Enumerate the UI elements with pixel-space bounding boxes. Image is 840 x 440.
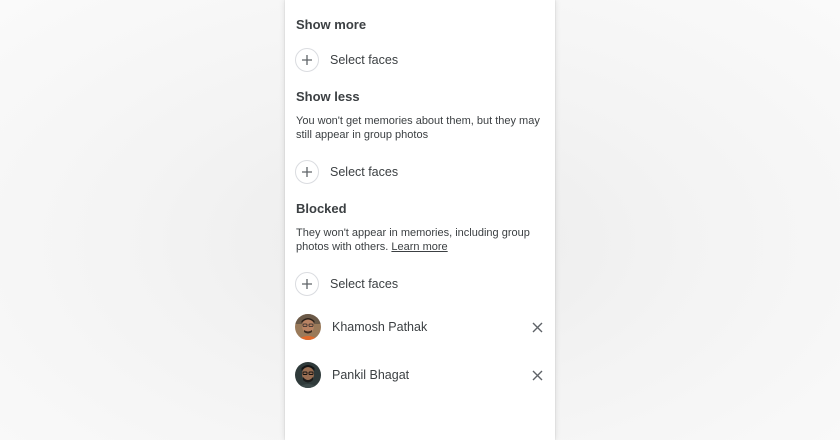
person-photo-icon <box>295 314 321 340</box>
select-faces-label: Select faces <box>330 165 399 179</box>
blocked-person-row[interactable]: Pankil Bhagat <box>295 361 545 389</box>
blocked-heading: Blocked <box>296 201 347 216</box>
person-name: Khamosh Pathak <box>332 320 428 334</box>
remove-person-button[interactable] <box>529 367 545 383</box>
person-name: Pankil Bhagat <box>332 368 410 382</box>
show-more-heading: Show more <box>296 17 367 32</box>
show-more-select-faces-button[interactable]: Select faces <box>295 46 545 74</box>
memories-face-settings-panel: Show more Select faces Show less You won… <box>285 0 555 440</box>
learn-more-link[interactable]: Learn more <box>391 241 447 253</box>
close-icon <box>532 370 542 380</box>
select-faces-label: Select faces <box>330 53 399 67</box>
blocked-select-faces-button[interactable]: Select faces <box>295 270 545 298</box>
select-faces-label: Select faces <box>330 277 399 291</box>
remove-person-button[interactable] <box>529 319 545 335</box>
blocked-person-row[interactable]: Khamosh Pathak <box>295 313 545 341</box>
show-less-heading: Show less <box>296 89 360 104</box>
avatar <box>295 314 321 340</box>
show-less-description: You won't get memories about them, but t… <box>296 115 540 141</box>
avatar <box>295 362 321 388</box>
plus-icon <box>295 272 319 296</box>
blocked-description: They won't appear in memories, including… <box>296 226 546 254</box>
show-less-select-faces-button[interactable]: Select faces <box>295 158 545 186</box>
plus-icon <box>295 48 319 72</box>
person-photo-icon <box>295 362 321 388</box>
plus-icon <box>295 160 319 184</box>
close-icon <box>532 322 542 332</box>
